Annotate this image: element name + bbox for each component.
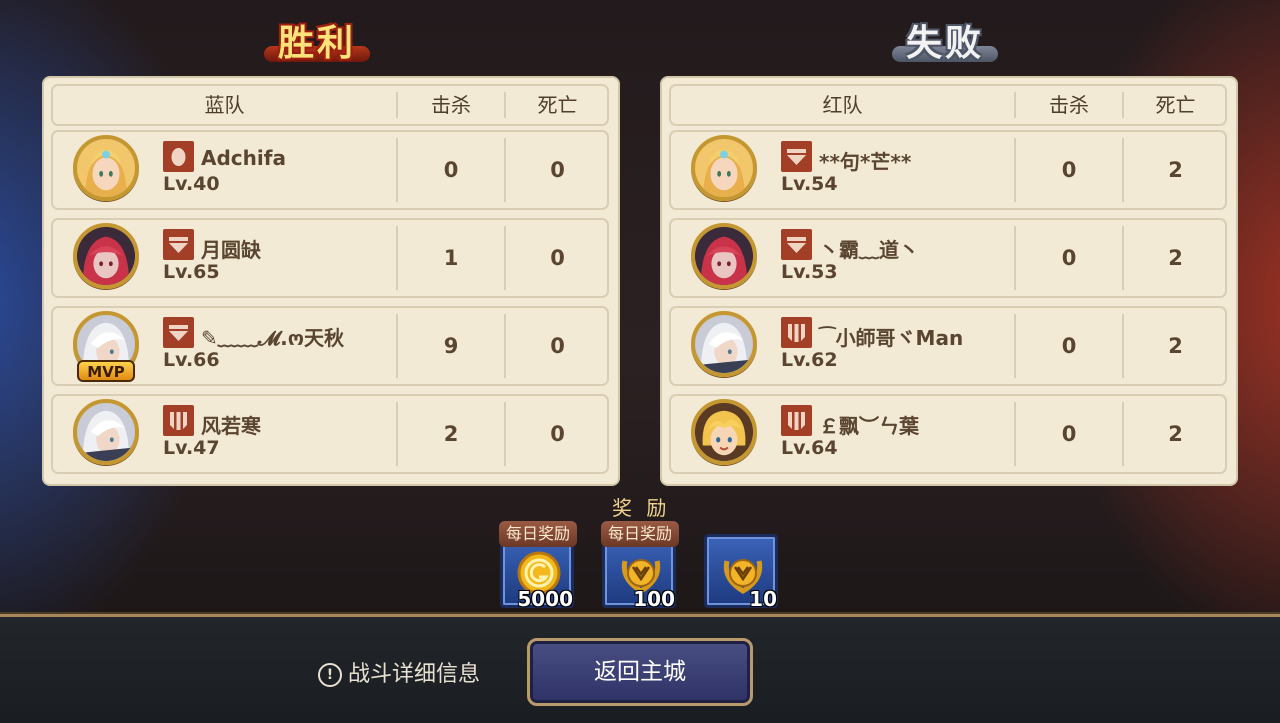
daily-reward-tag: 每日奖励 <box>601 521 679 547</box>
reward-slot-medal[interactable]: 10 <box>704 534 778 611</box>
player-level: Lv.53 <box>781 261 838 283</box>
player-kills: 0 <box>1061 158 1077 182</box>
info-icon: ! <box>318 663 342 687</box>
red-hair-horned-avatar[interactable] <box>73 223 139 289</box>
blonde-elf-avatar[interactable] <box>691 135 757 201</box>
player-level: Lv.65 <box>163 261 220 283</box>
player-name: 风若寒 <box>201 414 261 438</box>
team-name-header: 蓝队 <box>204 93 245 117</box>
player-name: 丶霸﹏道丶 <box>819 238 919 262</box>
player-kills: 0 <box>1061 246 1077 270</box>
player-level: Lv.54 <box>781 173 838 195</box>
kills-header: 击杀 <box>431 93 471 117</box>
player-row[interactable]: MVP ✎﹏﹏𝓜.ო天秋 Lv.66 9 0 <box>51 306 609 386</box>
player-level: Lv.47 <box>163 437 220 459</box>
daily-reward-tag: 每日奖励 <box>499 521 577 547</box>
player-level: Lv.40 <box>163 173 220 195</box>
player-name: **句*芒** <box>819 150 912 174</box>
player-deaths: 0 <box>550 158 565 182</box>
scoreboard-header: 蓝队 击杀 死亡 <box>51 84 609 126</box>
victory-title: 胜利 <box>264 14 371 66</box>
player-name: ✎﹏﹏𝓜.ო天秋 <box>201 326 345 350</box>
player-row[interactable]: Adchifa Lv.40 0 0 <box>51 130 609 210</box>
chevron-rank-icon <box>163 317 194 348</box>
kills-header: 击杀 <box>1049 93 1089 117</box>
blue-team-scoreboard: 蓝队 击杀 死亡 Adchifa Lv.40 0 0 月圆缺 Lv.65 1 0 <box>44 78 618 484</box>
blonde-elf-avatar[interactable] <box>73 135 139 201</box>
chevron-rank-icon <box>781 141 812 172</box>
player-row[interactable]: 丶霸﹏道丶 Lv.53 0 2 <box>669 218 1227 298</box>
victory-title-text: 胜利 <box>278 23 357 64</box>
player-deaths: 0 <box>550 422 565 446</box>
scoreboard-header: 红队 击杀 死亡 <box>669 84 1227 126</box>
player-name: 月圆缺 <box>201 238 261 262</box>
return-to-city-button[interactable]: 返回主城 <box>527 638 753 706</box>
crown-rank-icon <box>781 317 812 348</box>
chevron-rank-icon <box>781 229 812 260</box>
player-row[interactable]: 风若寒 Lv.47 2 0 <box>51 394 609 474</box>
rewards-label: 奖 励 <box>612 496 671 520</box>
player-name: ⁀小師哥ヾMan <box>819 326 964 350</box>
reward-slot-gold[interactable]: 每日奖励 5000 <box>499 521 577 611</box>
battle-details-link[interactable]: ! 战斗详细信息 <box>318 656 480 688</box>
player-kills: 2 <box>443 422 459 446</box>
white-hair-avatar[interactable] <box>73 399 139 465</box>
player-row[interactable]: **句*芒** Lv.54 0 2 <box>669 130 1227 210</box>
crown-rank-icon <box>163 405 194 436</box>
player-row[interactable]: ⁀小師哥ヾMan Lv.62 0 2 <box>669 306 1227 386</box>
white-hair-avatar[interactable] <box>691 311 757 377</box>
reward-amount: 10 <box>749 587 777 611</box>
player-deaths: 2 <box>1168 334 1183 358</box>
player-name: Adchifa <box>201 146 286 170</box>
red-hair-horned-avatar[interactable] <box>691 223 757 289</box>
player-deaths: 0 <box>550 246 565 270</box>
defeat-title: 失败 <box>892 14 999 66</box>
player-kills: 0 <box>443 158 459 182</box>
reward-amount: 100 <box>633 587 675 611</box>
player-deaths: 0 <box>550 334 565 358</box>
reward-amount: 5000 <box>517 587 573 611</box>
player-name: ￡飘︶ㄣ葉 <box>819 414 919 438</box>
player-deaths: 2 <box>1168 246 1183 270</box>
player-row[interactable]: 月圆缺 Lv.65 1 0 <box>51 218 609 298</box>
player-kills: 0 <box>1061 334 1077 358</box>
player-row[interactable]: ￡飘︶ㄣ葉 Lv.64 0 2 <box>669 394 1227 474</box>
player-deaths: 2 <box>1168 422 1183 446</box>
player-level: Lv.64 <box>781 437 838 459</box>
crown-rank-icon <box>781 405 812 436</box>
red-team-scoreboard: 红队 击杀 死亡 **句*芒** Lv.54 0 2 丶霸﹏道丶 Lv.53 0… <box>662 78 1236 484</box>
deaths-header: 死亡 <box>1155 93 1196 117</box>
player-kills: 1 <box>443 246 459 270</box>
team-name-header: 红队 <box>822 93 863 117</box>
player-kills: 9 <box>443 334 459 358</box>
player-kills: 0 <box>1061 422 1077 446</box>
chevron-rank-icon <box>163 229 194 260</box>
egg-rank-icon <box>163 141 194 172</box>
blonde-boy-avatar[interactable] <box>691 399 757 465</box>
player-deaths: 2 <box>1168 158 1183 182</box>
player-level: Lv.62 <box>781 349 838 371</box>
deaths-header: 死亡 <box>537 93 578 117</box>
battle-details-label: 战斗详细信息 <box>348 662 481 687</box>
defeat-title-text: 失败 <box>906 23 985 64</box>
reward-slot-medal[interactable]: 每日奖励 100 <box>601 521 679 611</box>
player-level: Lv.66 <box>163 349 220 371</box>
mvp-badge: MVP <box>77 360 135 382</box>
